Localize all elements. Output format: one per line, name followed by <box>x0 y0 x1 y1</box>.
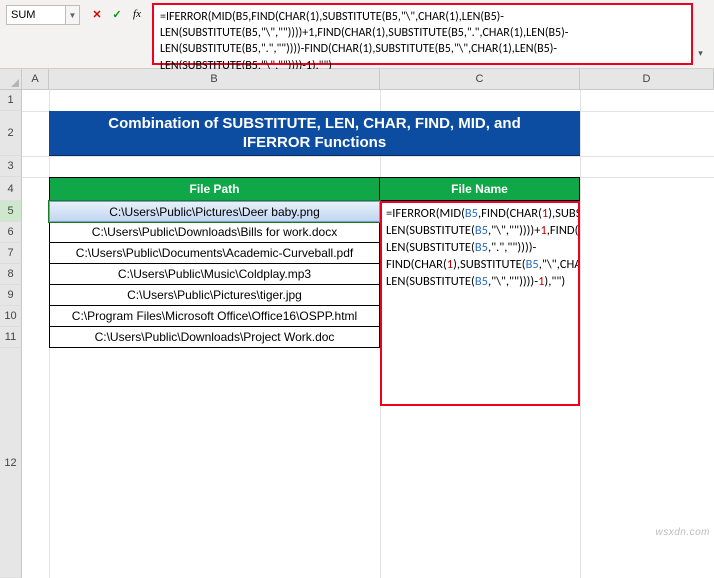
row-header-10[interactable]: 10 <box>0 306 22 327</box>
row-header-8[interactable]: 8 <box>0 264 22 285</box>
watermark: wsxdn.com <box>655 527 710 538</box>
row-headers: 1 2 3 4 5 6 7 8 9 10 11 12 <box>0 90 22 578</box>
name-box-group: SUM ▼ <box>6 5 80 25</box>
cell-C5-editing[interactable]: =IFERROR(MID(B5,FIND(CHAR(1),SUBSTITUTE(… <box>380 201 580 406</box>
formula-bar-expand[interactable]: ▾ <box>693 48 708 59</box>
column-headers: A B C D <box>0 69 714 90</box>
cell-B9[interactable]: C:\Users\Public\Pictures\tiger.jpg <box>49 285 380 306</box>
row-header-9[interactable]: 9 <box>0 285 22 306</box>
col-header-C[interactable]: C <box>380 69 580 89</box>
cell-B10[interactable]: C:\Program Files\Microsoft Office\Office… <box>49 306 380 327</box>
cell-B7[interactable]: C:\Users\Public\Documents\Academic-Curve… <box>49 243 380 264</box>
cell-B11[interactable]: C:\Users\Public\Downloads\Project Work.d… <box>49 327 380 348</box>
row-header-12[interactable]: 12 <box>0 348 22 578</box>
row-header-3[interactable]: 3 <box>0 156 22 177</box>
cell-B6[interactable]: C:\Users\Public\Downloads\Bills for work… <box>49 222 380 243</box>
col-header-D[interactable]: D <box>580 69 714 89</box>
fx-icon[interactable]: fx <box>128 5 146 23</box>
col-header-A[interactable]: A <box>22 69 49 89</box>
grid-body: 1 2 3 4 5 6 7 8 9 10 11 12 Combination o… <box>0 90 714 578</box>
cell-B5[interactable]: C:\Users\Public\Pictures\Deer baby.png <box>49 201 380 222</box>
row-header-7[interactable]: 7 <box>0 243 22 264</box>
row-header-5[interactable]: 5 <box>0 201 22 222</box>
name-box-dropdown[interactable]: ▼ <box>66 5 80 25</box>
formula-buttons: ✕ ✓ fx <box>88 5 146 23</box>
row-header-6[interactable]: 6 <box>0 222 22 243</box>
table-header-filename: File Name <box>380 177 580 201</box>
accept-icon[interactable]: ✓ <box>108 5 126 23</box>
col-header-B[interactable]: B <box>49 69 380 89</box>
cancel-icon[interactable]: ✕ <box>88 5 106 23</box>
cell-area[interactable]: Combination of SUBSTITUTE, LEN, CHAR, FI… <box>22 90 714 578</box>
title-banner: Combination of SUBSTITUTE, LEN, CHAR, FI… <box>49 111 580 156</box>
name-box[interactable]: SUM <box>6 5 66 25</box>
cell-B8[interactable]: C:\Users\Public\Music\Coldplay.mp3 <box>49 264 380 285</box>
row-header-2[interactable]: 2 <box>0 111 22 156</box>
formula-bar[interactable]: =IFERROR(MID(B5,FIND(CHAR(1),SUBSTITUTE(… <box>152 3 693 65</box>
select-all-cell[interactable] <box>0 69 22 89</box>
row-header-1[interactable]: 1 <box>0 90 22 111</box>
row-header-11[interactable]: 11 <box>0 327 22 348</box>
formula-bar-area: SUM ▼ ✕ ✓ fx =IFERROR(MID(B5,FIND(CHAR(1… <box>0 0 714 69</box>
row-header-4[interactable]: 4 <box>0 177 22 201</box>
table-header-filepath: File Path <box>49 177 380 201</box>
